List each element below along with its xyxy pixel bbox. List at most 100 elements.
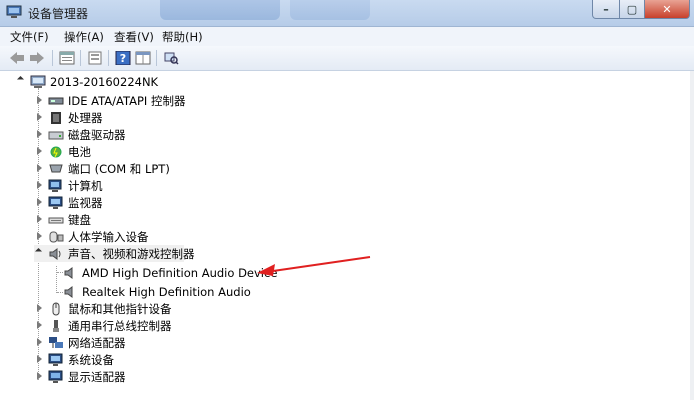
collapse-arrow-icon[interactable]	[37, 355, 42, 363]
mouse-icon	[52, 302, 60, 315]
tree-item-computer[interactable]: 计算机	[34, 177, 103, 194]
close-button[interactable]: ✕	[645, 0, 690, 19]
toolbar-separator	[52, 50, 53, 66]
tree-item-network[interactable]: 网络适配器	[34, 334, 126, 351]
ide-controller-icon	[48, 97, 64, 104]
toolbar-separator	[108, 50, 109, 66]
keyboard-icon	[48, 217, 64, 223]
expand-arrow-icon[interactable]	[34, 247, 43, 256]
maximize-button[interactable]: ▢	[620, 0, 645, 19]
help-button[interactable]: ?	[114, 49, 132, 67]
maximize-icon: ▢	[626, 2, 638, 16]
menu-file[interactable]: 文件(F)	[10, 29, 49, 45]
annotation-arrow	[257, 256, 371, 276]
close-icon: ✕	[662, 2, 672, 16]
port-icon	[49, 164, 63, 172]
tree-root[interactable]: 2013-20160224NK	[16, 73, 158, 90]
collapse-arrow-icon[interactable]	[37, 130, 42, 138]
tree-item-label: IDE ATA/ATAPI 控制器	[68, 93, 186, 108]
scan-hardware-button[interactable]	[162, 49, 180, 67]
network-icon	[49, 336, 63, 348]
tree-item-label: 处理器	[68, 110, 103, 125]
minimize-icon: –	[603, 2, 609, 16]
collapse-arrow-icon[interactable]	[37, 113, 42, 121]
menu-bar: 文件(F) 操作(A) 查看(V) 帮助(H)	[0, 27, 694, 46]
tree-item-label: 键盘	[68, 212, 91, 227]
tree-item-label: 电池	[68, 144, 91, 159]
tree-item-monitor[interactable]: 监视器	[34, 194, 103, 211]
tree-item-battery[interactable]: 电池	[34, 143, 91, 160]
tree-item-keyboard[interactable]: 键盘	[34, 211, 91, 228]
system-icon	[48, 353, 63, 366]
show-hide-button[interactable]	[86, 49, 104, 67]
collapse-arrow-icon[interactable]	[37, 215, 42, 223]
titlebar-glare-2	[290, 0, 370, 20]
tree-item-label: 计算机	[68, 178, 103, 193]
help-icon: ?	[115, 51, 131, 65]
device-manager-icon	[6, 5, 22, 18]
tree-item-label: 声音、视频和游戏控制器	[68, 246, 195, 261]
tree-item-mouse[interactable]: 鼠标和其他指针设备	[34, 300, 172, 317]
show-hide-icon	[88, 51, 102, 65]
menu-action[interactable]: 操作(A)	[64, 29, 104, 45]
vertical-scrollbar[interactable]	[690, 71, 694, 400]
title-bar: 设备管理器 – ▢ ✕	[0, 0, 694, 27]
collapse-arrow-icon[interactable]	[37, 96, 42, 104]
forward-arrow-icon	[30, 52, 44, 64]
properties-icon	[59, 51, 75, 65]
tree-item-system[interactable]: 系统设备	[34, 351, 114, 368]
tree-child-label: Realtek High Definition Audio	[82, 284, 251, 299]
toolbar-separator	[156, 50, 157, 66]
tree-item-label: 系统设备	[68, 352, 114, 367]
collapse-arrow-icon[interactable]	[37, 164, 42, 172]
collapse-arrow-icon[interactable]	[37, 304, 42, 312]
sound-icon	[49, 247, 61, 260]
tree-child-realtek-audio[interactable]: Realtek High Definition Audio	[62, 283, 251, 300]
tree-item-label: 端口 (COM 和 LPT)	[68, 161, 170, 176]
tree-item-label: 人体学输入设备	[68, 229, 149, 244]
tree-item-usb[interactable]: 通用串行总线控制器	[34, 317, 172, 334]
tree-item-label: 监视器	[68, 195, 103, 210]
window-title: 设备管理器	[28, 7, 89, 21]
tree-item-display-adapter[interactable]: 显示适配器	[34, 368, 126, 385]
collapse-arrow-icon[interactable]	[37, 321, 42, 329]
tree-item-disk[interactable]: 磁盘驱动器	[34, 126, 126, 143]
expand-arrow-icon[interactable]	[16, 75, 25, 84]
grid-icon	[135, 51, 151, 65]
computer-icon	[30, 75, 46, 88]
usb-icon	[53, 319, 59, 332]
tree-item-sound[interactable]: 声音、视频和游戏控制器	[34, 245, 195, 262]
toolbar-separator	[80, 50, 81, 66]
collapse-arrow-icon[interactable]	[37, 198, 42, 206]
collapse-arrow-icon[interactable]	[37, 181, 42, 189]
tree-child-amd-audio[interactable]: AMD High Definition Audio Device	[62, 264, 277, 281]
svg-text:?: ?	[120, 52, 126, 65]
menu-help[interactable]: 帮助(H)	[162, 29, 203, 45]
properties-button[interactable]	[58, 49, 76, 67]
tree-root-label: 2013-20160224NK	[50, 74, 159, 89]
computer-icon	[48, 179, 62, 192]
back-button[interactable]	[8, 49, 26, 67]
disk-drive-icon	[48, 131, 64, 139]
display-adapter-icon	[48, 370, 63, 383]
window-controls: – ▢ ✕	[592, 0, 690, 19]
forward-button[interactable]	[28, 49, 46, 67]
menu-view[interactable]: 查看(V)	[114, 29, 154, 45]
tree-item-processor[interactable]: 处理器	[34, 109, 103, 126]
toolbar: ?	[0, 46, 694, 71]
collapse-arrow-icon[interactable]	[37, 372, 42, 380]
grid-view-button[interactable]	[134, 49, 152, 67]
collapse-arrow-icon[interactable]	[37, 338, 42, 346]
tree-item-hid[interactable]: 人体学输入设备	[34, 228, 149, 245]
tree-item-port[interactable]: 端口 (COM 和 LPT)	[34, 160, 170, 177]
back-arrow-icon	[10, 52, 24, 64]
tree-item-label: 网络适配器	[68, 335, 126, 350]
device-tree: 2013-20160224NK IDE ATA/ATAPI 控制器 处理器 磁盘…	[0, 71, 690, 400]
minimize-button[interactable]: –	[592, 0, 620, 19]
tree-item-label: 鼠标和其他指针设备	[68, 301, 172, 316]
tree-item-ide[interactable]: IDE ATA/ATAPI 控制器	[34, 92, 185, 109]
battery-icon	[50, 146, 62, 157]
processor-icon	[51, 111, 61, 124]
collapse-arrow-icon[interactable]	[37, 232, 42, 240]
collapse-arrow-icon[interactable]	[37, 147, 42, 155]
